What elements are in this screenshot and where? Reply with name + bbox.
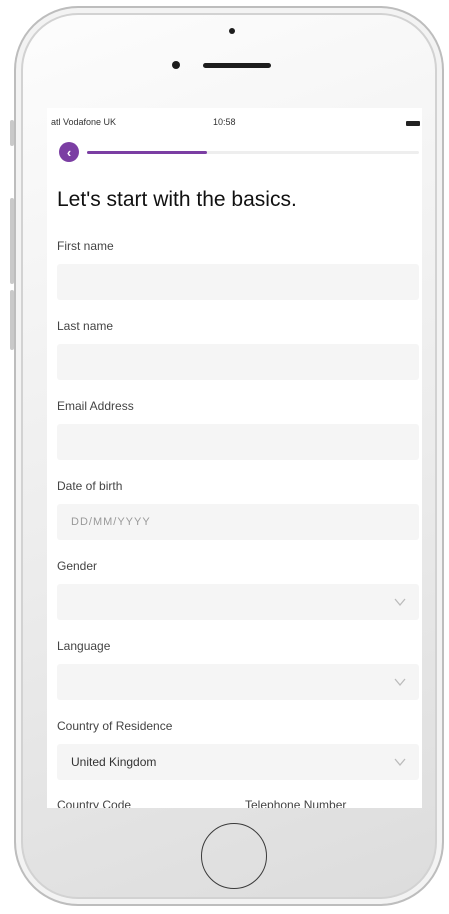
email-input[interactable] [57,424,419,460]
volume-up-button [10,198,14,284]
front-camera [229,28,235,34]
proximity-sensor [172,61,180,69]
date-of-birth-placeholder: DD/MM/YYYY [71,516,151,528]
country-of-residence-label: Country of Residence [57,719,173,733]
carrier-label: atl Vodafone UK [51,117,117,127]
date-of-birth-label: Date of birth [57,479,123,493]
date-of-birth-input[interactable]: DD/MM/YYYY [57,504,419,540]
last-name-label: Last name [57,319,114,333]
chevron-down-icon [394,598,406,607]
status-time: 10:58 [213,117,236,127]
language-label: Language [57,639,111,653]
progress-fill [87,151,207,154]
home-button[interactable] [201,823,267,889]
language-select[interactable] [57,664,419,700]
chevron-left-icon: ‹ [66,144,72,160]
country-of-residence-select[interactable]: United Kingdom [57,744,419,780]
first-name-label: First name [57,239,114,253]
chevron-down-icon [394,758,406,767]
email-label: Email Address [57,399,134,413]
volume-down-button [10,290,14,350]
earpiece-speaker [203,63,271,68]
gender-label: Gender [57,559,98,573]
first-name-input[interactable] [57,264,419,300]
status-bar: atl Vodafone UK 10:58 [47,108,422,134]
back-button[interactable]: ‹ [59,142,79,162]
progress-bar [87,151,419,154]
battery-icon [406,121,420,126]
last-name-input[interactable] [57,344,419,380]
app-screen: atl Vodafone UK 10:58 ‹ Let's start with… [47,108,422,808]
gender-select[interactable] [57,584,419,620]
telephone-number-label: Telephone Number [245,798,347,808]
country-of-residence-value: United Kingdom [71,755,157,769]
page-title: Let's start with the basics. [57,188,297,211]
mute-switch [10,120,14,146]
country-code-label: Country Code [57,798,132,808]
chevron-down-icon [394,678,406,687]
